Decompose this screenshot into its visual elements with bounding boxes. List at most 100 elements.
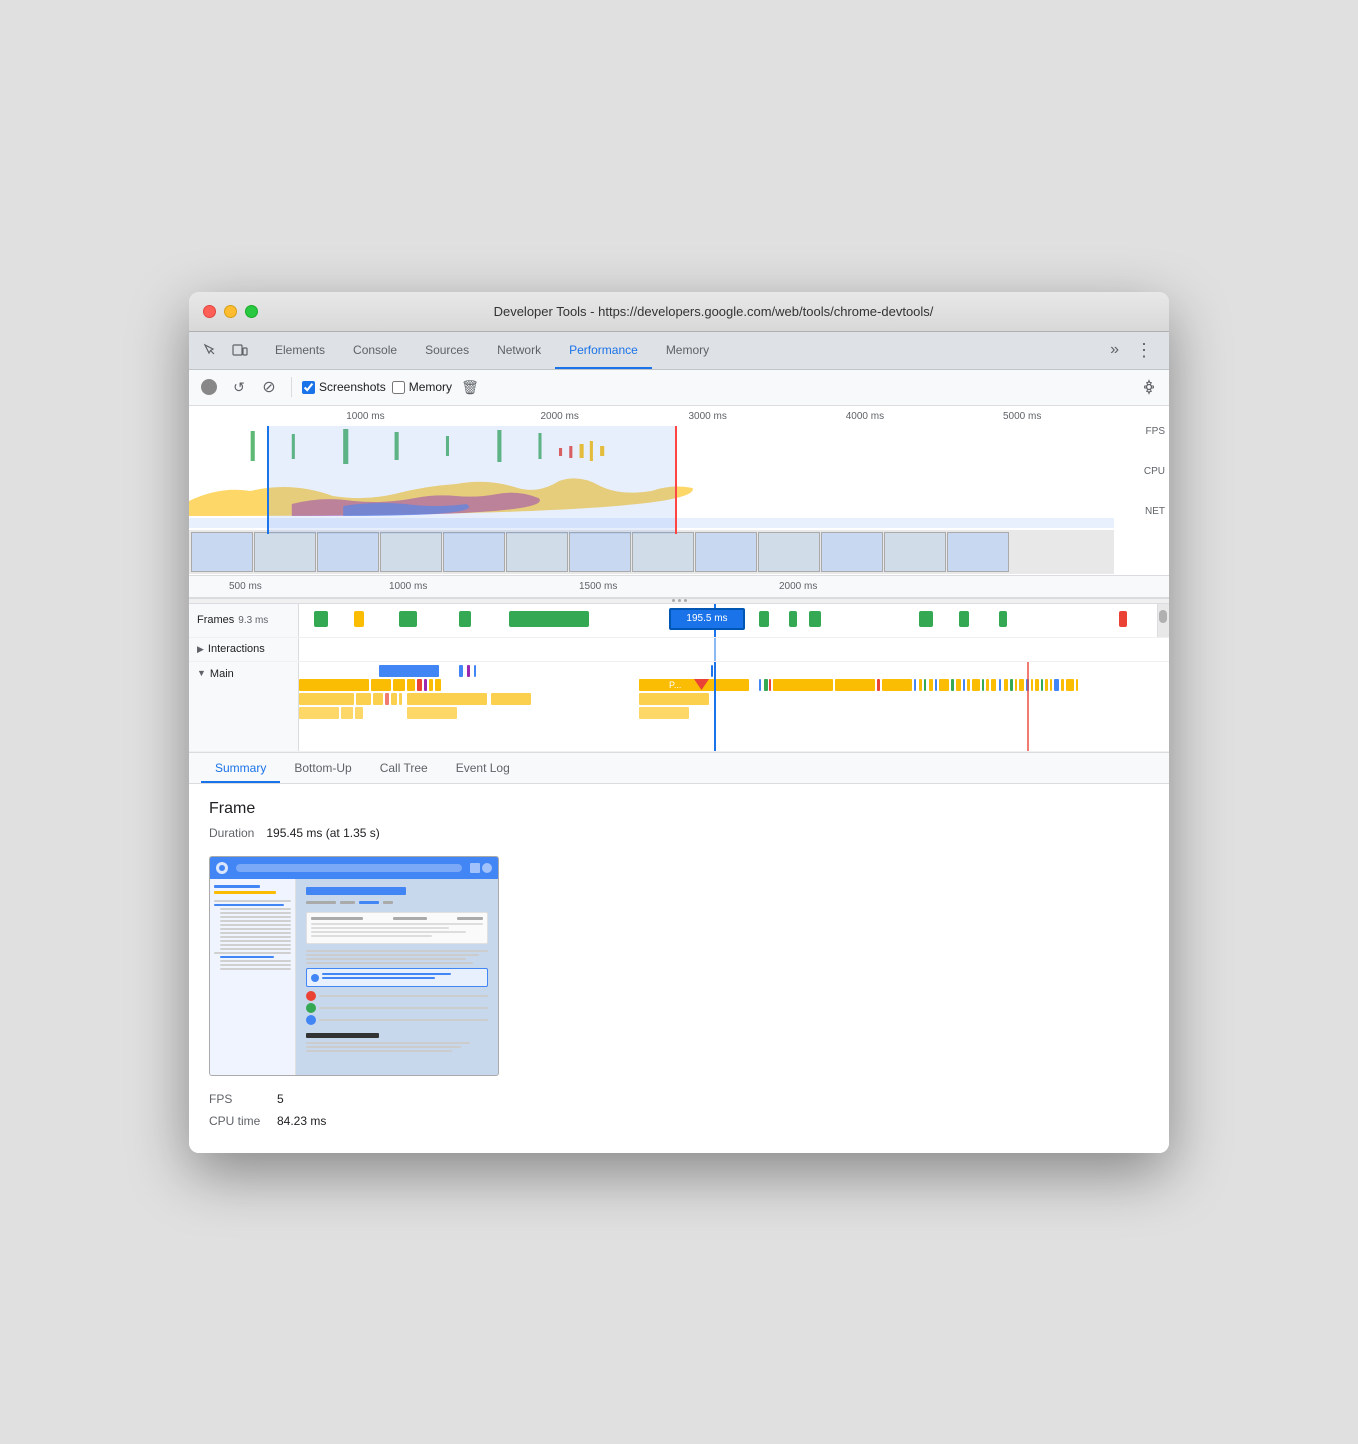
tab-summary[interactable]: Summary: [201, 753, 280, 783]
minimize-button[interactable]: [224, 305, 237, 318]
devtools-container: Elements Console Sources Network Perform…: [189, 332, 1169, 1153]
main-block-blue-2: [459, 665, 463, 677]
inspect-element-icon[interactable]: [197, 337, 223, 363]
frame-block-9: [919, 611, 933, 627]
frame-block-5: [509, 611, 589, 627]
screenshots-checkbox[interactable]: Screenshots: [302, 380, 386, 394]
frame-block-11: [999, 611, 1007, 627]
main-tabs: Elements Console Sources Network Perform…: [261, 331, 1102, 369]
main-row-2: P...: [299, 678, 1169, 692]
fps-stat: FPS 5: [209, 1092, 284, 1106]
maximize-button[interactable]: [245, 305, 258, 318]
main-blocks-svg: P...: [299, 678, 1169, 692]
p3: [306, 958, 466, 960]
red-timeline-line: [1027, 662, 1029, 751]
tab-event-log[interactable]: Event Log: [442, 753, 524, 783]
main-row: ▼ Main: [189, 662, 1169, 752]
badge-line-3: [319, 1019, 488, 1021]
net-side-label: NET: [1119, 506, 1169, 546]
clear-button[interactable]: ⊘: [257, 375, 281, 399]
p4: [306, 962, 473, 964]
main-block-blue-5: [711, 665, 713, 677]
main-track: P...: [299, 662, 1169, 751]
vertical-scrollbar[interactable]: [1157, 604, 1169, 637]
page-main-content: [296, 879, 498, 1075]
main-row-1: [299, 664, 1169, 678]
s1: [214, 900, 291, 902]
interactions-label: ▶ Interactions: [189, 638, 299, 661]
s7: [220, 924, 291, 926]
open-devtools-heading: [306, 1033, 379, 1038]
s15: [220, 956, 274, 958]
tabs-more-button[interactable]: ⋮: [1127, 340, 1161, 361]
traffic-lights: [203, 305, 258, 318]
bottom-tabs: Summary Bottom-Up Call Tree Event Log: [189, 753, 1169, 784]
s9: [220, 932, 291, 934]
tab-elements[interactable]: Elements: [261, 331, 339, 369]
badge-line-2: [319, 1007, 488, 1009]
tab-call-tree[interactable]: Call Tree: [366, 753, 442, 783]
fps-value: 5: [277, 1092, 284, 1106]
close-button[interactable]: [203, 305, 216, 318]
i1: [311, 917, 362, 920]
fps-chart: [189, 426, 1114, 466]
ruler-500: 500 ms: [229, 581, 262, 592]
info-box: [306, 912, 488, 944]
resize-dots: [672, 599, 687, 602]
timeline-overview[interactable]: 1000 ms 2000 ms 3000 ms 4000 ms 5000 ms …: [189, 406, 1169, 576]
time-labels-top: 1000 ms 2000 ms 3000 ms 4000 ms 5000 ms: [189, 408, 1114, 426]
frame-block-1: [314, 611, 328, 627]
memory-checkbox[interactable]: Memory: [392, 380, 452, 394]
frame-selected[interactable]: 195.5 ms: [669, 608, 745, 630]
duration-label: Duration: [209, 826, 254, 840]
time-ruler: 500 ms 1000 ms 1500 ms 2000 ms: [189, 576, 1169, 598]
sidebar-subtitle: [214, 891, 276, 894]
scrollbar-thumb[interactable]: [1159, 610, 1167, 623]
b2: [306, 1046, 460, 1048]
cpu-side-label: CPU: [1119, 466, 1169, 506]
s5: [220, 916, 291, 918]
main-block-blue-4: [474, 665, 476, 677]
settings-button[interactable]: [1137, 375, 1161, 399]
info-icon: [311, 974, 319, 982]
ruler-1500: 1500 ms: [579, 581, 617, 592]
device-toggle-icon[interactable]: [227, 337, 253, 363]
badges-area: [306, 991, 488, 1025]
tab-network[interactable]: Network: [483, 331, 555, 369]
record-button[interactable]: [201, 379, 217, 395]
badge-row-3: [306, 1015, 488, 1025]
interactions-arrow: ▶: [197, 644, 204, 655]
tab-sources[interactable]: Sources: [411, 331, 483, 369]
svg-text:P...: P...: [669, 680, 681, 690]
delete-button[interactable]: 🗑: [458, 375, 482, 399]
s3: [220, 908, 291, 910]
frame-block-10: [959, 611, 969, 627]
main-block-blue-1: [379, 665, 439, 677]
browser-icons: [470, 863, 492, 873]
alert-text: [322, 973, 483, 982]
tabs-overflow-button[interactable]: »: [1102, 341, 1127, 359]
ruler-2000: 2000 ms: [779, 581, 817, 592]
page-sidebar: [210, 879, 296, 1075]
a1: [322, 973, 450, 975]
frames-label: Frames 9.3 ms: [189, 604, 299, 637]
breadcrumb-row: [306, 901, 488, 904]
blue-playhead: [714, 662, 716, 751]
frame-block-2: [354, 611, 364, 627]
tab-console[interactable]: Console: [339, 331, 411, 369]
frame-block-7: [789, 611, 797, 627]
frame-block-3: [399, 611, 417, 627]
tab-memory[interactable]: Memory: [652, 331, 723, 369]
time-label-5000: 5000 ms: [1003, 411, 1041, 422]
url-bar: [236, 864, 462, 872]
memory-checkbox-input[interactable]: [392, 381, 405, 394]
s10: [220, 936, 291, 938]
ruler-1000: 1000 ms: [389, 581, 427, 592]
screenshots-checkbox-input[interactable]: [302, 381, 315, 394]
tab-performance[interactable]: Performance: [555, 331, 652, 369]
reload-button[interactable]: ↺: [227, 375, 251, 399]
s18: [220, 968, 291, 970]
tab-bottom-up[interactable]: Bottom-Up: [280, 753, 365, 783]
p1: [306, 950, 488, 952]
main-arrow: ▼: [197, 668, 206, 678]
